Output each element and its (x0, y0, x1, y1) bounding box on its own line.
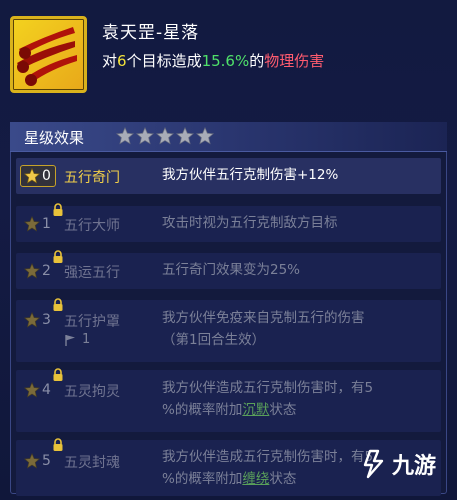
star-icon (24, 312, 40, 328)
tier-effect: 我方伙伴五行克制伤害+12% (162, 167, 339, 183)
grey-star-icon (116, 127, 134, 145)
tier-name: 五行大师 (64, 218, 120, 234)
grey-star-icon (176, 127, 194, 145)
tier-badge-0: 0 (24, 164, 62, 188)
grey-star-icon (136, 127, 154, 145)
grey-star-icon (156, 127, 174, 145)
star-icon (24, 453, 40, 469)
tier-name: 五行奇门 (64, 170, 120, 186)
damage-type: 物理伤害 (264, 52, 325, 70)
flag-count: 1 (82, 332, 91, 347)
tier-effect: 五行奇门效果变为25% (162, 262, 301, 278)
star-icon (24, 382, 40, 398)
tier-name: 五灵拘灵 (64, 384, 120, 400)
tier-name: 强运五行 (64, 265, 120, 281)
lock-icon (53, 438, 63, 451)
star-icon (24, 263, 40, 279)
watermark: 九游 (362, 448, 436, 480)
tier-effect-line2: %的概率附加缠绕状态 (162, 471, 297, 487)
section-title: 星级效果 (24, 129, 85, 147)
lock-icon (53, 298, 63, 311)
tier-effect: 我方伙伴造成五行克制伤害时，有5 (162, 449, 374, 465)
damage-percent: 15.6% (201, 52, 250, 70)
star-icon (24, 216, 40, 232)
tier-effect: 我方伙伴造成五行克制伤害时，有5 (162, 380, 374, 396)
lock-icon (53, 368, 63, 381)
skill-name: 袁天罡-星落 (102, 23, 200, 43)
skill-description: 对6个目标造成15.6%的物理伤害 (102, 52, 325, 70)
status-link-silence[interactable]: 沉默 (242, 402, 269, 418)
tier-name: 五行护罩 (64, 314, 120, 330)
lock-icon (53, 250, 63, 263)
meteor-icon (10, 16, 87, 93)
skill-panel: 袁天罡-星落 对6个目标造成15.6%的物理伤害 星级效果 0 五行奇门 我方伙… (0, 0, 457, 500)
lock-icon (53, 203, 63, 216)
tier-effect-line2: %的概率附加沉默状态 (162, 402, 297, 418)
tier-effect: 攻击时视为五行克制敌方目标 (162, 215, 338, 231)
grey-star-icon (196, 127, 214, 145)
flag-icon (65, 335, 75, 346)
tier-effect-line2: （第1回合生效） (162, 332, 266, 348)
tier-badge-5: 5 (24, 449, 62, 473)
tier-effect: 我方伙伴免疫来自克制五行的伤害 (162, 310, 365, 326)
logo-icon (363, 449, 384, 479)
status-link-entangle[interactable]: 缠绕 (242, 471, 269, 487)
tier-name: 五灵封魂 (64, 455, 120, 471)
star-icon (24, 168, 40, 184)
target-count: 6 (117, 52, 127, 70)
